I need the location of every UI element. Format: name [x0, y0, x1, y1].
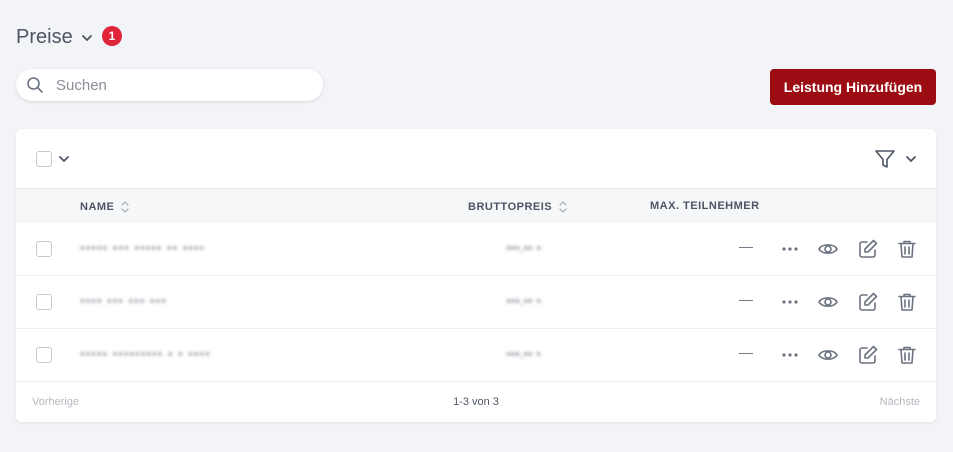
- table-row[interactable]: ▪▪▪▪▪ ▪▪▪ ▪▪▪▪▪ ▪▪ ▪▪▪▪ ▪▪▪,▪▪ ▪ —: [16, 223, 936, 276]
- column-label: MAX. TEILNEHMER: [650, 200, 760, 212]
- service-price: ▪▪▪,▪▪ ▪: [506, 240, 541, 255]
- more-options-icon[interactable]: [779, 344, 801, 366]
- column-header-name[interactable]: NAME: [80, 200, 130, 214]
- column-header-price[interactable]: BRUTTOPREIS: [468, 200, 568, 214]
- pagination: Vorherige 1-3 von 3 Nächste: [16, 382, 936, 422]
- page-header: Preise 1: [16, 26, 122, 49]
- service-name: ▪▪▪▪ ▪▪▪ ▪▪▪ ▪▪▪: [80, 293, 167, 308]
- service-price: ▪▪▪,▪▪ ▪: [506, 293, 541, 308]
- edit-icon[interactable]: [857, 291, 879, 313]
- select-all-checkbox[interactable]: [36, 151, 52, 167]
- table-header: NAME BRUTTOPREIS MAX. TEILNEHMER: [16, 189, 936, 223]
- view-icon[interactable]: [817, 344, 839, 366]
- chevron-down-icon[interactable]: [905, 153, 917, 165]
- filter-icon[interactable]: [874, 148, 896, 170]
- delete-icon[interactable]: [896, 291, 918, 313]
- row-checkbox[interactable]: [36, 241, 52, 257]
- max-participants: —: [739, 344, 753, 360]
- view-icon[interactable]: [817, 238, 839, 260]
- service-price: ▪▪▪,▪▪ ▪: [506, 346, 541, 361]
- search-box[interactable]: [16, 69, 323, 101]
- page-info: 1-3 von 3: [453, 396, 499, 408]
- services-table-card: NAME BRUTTOPREIS MAX. TEILNEHMER ▪▪▪▪▪ ▪…: [16, 129, 936, 422]
- max-participants: —: [739, 238, 753, 254]
- column-label: NAME: [80, 201, 115, 213]
- page-title[interactable]: Preise: [16, 26, 73, 49]
- edit-icon[interactable]: [857, 238, 879, 260]
- table-row[interactable]: ▪▪▪▪▪ ▪▪▪▪▪▪▪▪▪ ▪ ▪ ▪▪▪▪ ▪▪▪,▪▪ ▪ —: [16, 329, 936, 382]
- table-row[interactable]: ▪▪▪▪ ▪▪▪ ▪▪▪ ▪▪▪ ▪▪▪,▪▪ ▪ —: [16, 276, 936, 329]
- table-toolbar: [16, 129, 936, 189]
- max-participants: —: [739, 291, 753, 307]
- edit-icon[interactable]: [857, 344, 879, 366]
- more-options-icon[interactable]: [779, 291, 801, 313]
- row-checkbox[interactable]: [36, 294, 52, 310]
- chevron-down-icon[interactable]: [81, 32, 93, 44]
- search-input[interactable]: [56, 76, 296, 94]
- column-header-max-participants: MAX. TEILNEHMER: [650, 200, 760, 212]
- delete-icon[interactable]: [896, 238, 918, 260]
- delete-icon[interactable]: [896, 344, 918, 366]
- column-label: BRUTTOPREIS: [468, 201, 553, 213]
- notification-badge: 1: [102, 26, 122, 46]
- sort-icon[interactable]: [120, 200, 130, 214]
- search-icon: [27, 77, 43, 93]
- more-options-icon[interactable]: [779, 238, 801, 260]
- next-page-button[interactable]: Nächste: [880, 396, 920, 408]
- chevron-down-icon[interactable]: [58, 153, 70, 165]
- view-icon[interactable]: [817, 291, 839, 313]
- row-checkbox[interactable]: [36, 347, 52, 363]
- add-service-button[interactable]: Leistung Hinzufügen: [770, 69, 936, 105]
- service-name: ▪▪▪▪▪ ▪▪▪▪▪▪▪▪▪ ▪ ▪ ▪▪▪▪: [80, 346, 211, 361]
- service-name: ▪▪▪▪▪ ▪▪▪ ▪▪▪▪▪ ▪▪ ▪▪▪▪: [80, 240, 206, 255]
- sort-icon[interactable]: [558, 200, 568, 214]
